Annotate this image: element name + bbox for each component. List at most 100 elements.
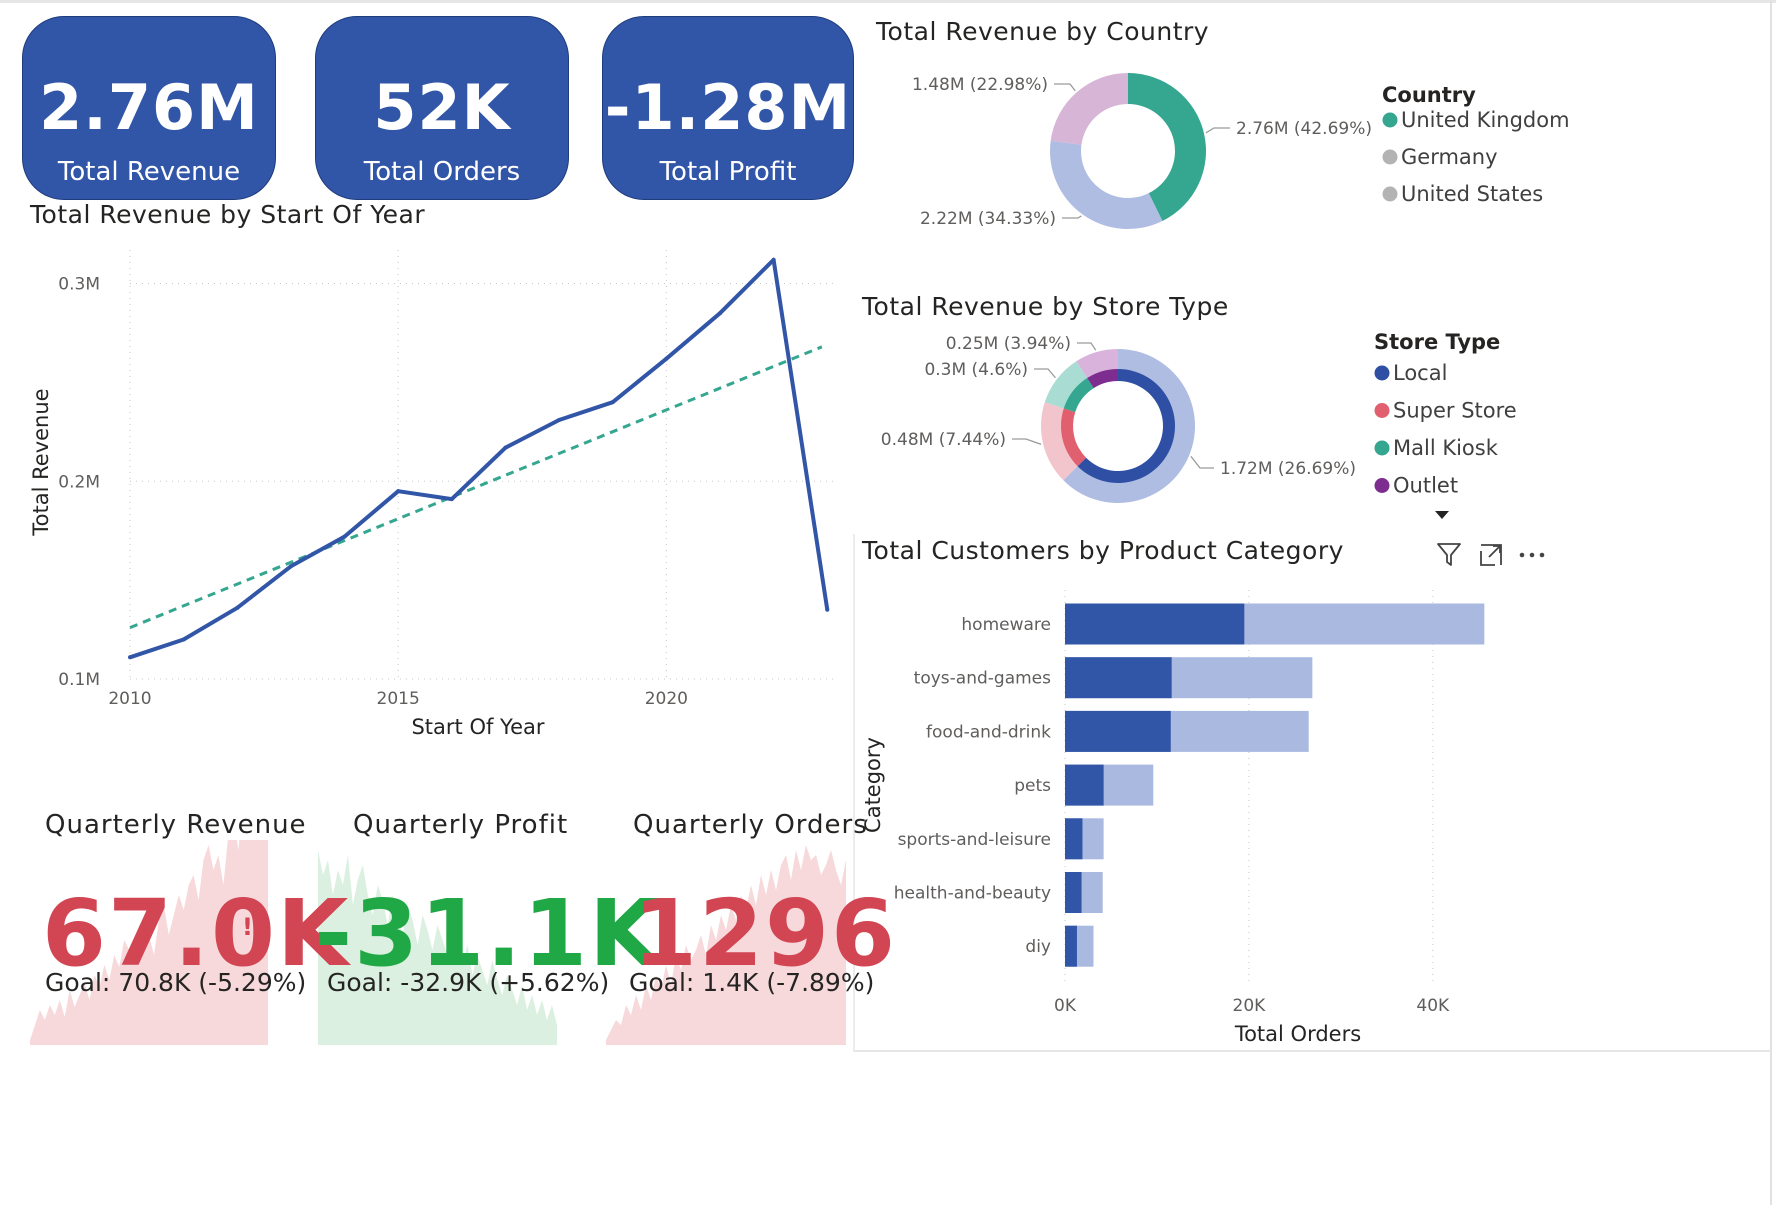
check-icon: ✓ xyxy=(548,913,567,938)
line-y-axis-label: Total Revenue xyxy=(29,388,53,536)
slice-label: 1.72M (26.69%) xyxy=(1220,459,1356,479)
line-chart-points xyxy=(128,257,830,660)
country-slice xyxy=(1050,140,1163,230)
quarterly-revenue-title: Quarterly Revenue xyxy=(45,810,307,840)
store-legend-title: Store Type xyxy=(1374,330,1500,354)
x-tick-label: 20K xyxy=(1233,996,1267,1016)
line-point xyxy=(342,534,347,539)
bar-chart-x-ticks: 0K 20K 40K xyxy=(1054,996,1450,1016)
store-inner-ring xyxy=(1061,369,1175,483)
line-x-axis-label: Start Of Year xyxy=(411,715,544,739)
legend-scroll-down-icon[interactable] xyxy=(1435,511,1449,519)
line-point xyxy=(771,257,776,262)
kpi-label: Total Profit xyxy=(659,157,797,187)
country-legend: United Kingdom Germany United States xyxy=(1382,108,1570,206)
legend-label: Super Store xyxy=(1393,399,1517,423)
country-donut-slices xyxy=(1050,73,1206,230)
line-point xyxy=(181,637,186,642)
store-type-donut-chart[interactable]: 1.72M (26.69%) 0.48M (7.44%) 0.3M (4.6%) 0.… xyxy=(860,325,1770,525)
legend-marker xyxy=(1374,478,1390,493)
category-label: health-and-beauty xyxy=(894,884,1051,904)
revenue-line-chart[interactable]: 0.1M0.2M0.3M 2010 2015 2020 Start Of Year … xyxy=(0,240,860,760)
slice-label: 0.3M (4.6%) xyxy=(924,360,1028,380)
slice-label: 1.48M (22.98%) xyxy=(912,75,1048,95)
line-point xyxy=(610,400,615,405)
x-tick-label: 40K xyxy=(1416,996,1450,1016)
y-tick-label: 0.3M xyxy=(58,275,100,295)
line-chart-y-ticks: 0.1M 0.2M 0.3M xyxy=(58,275,100,690)
kpi-card-orders[interactable]: 52K Total Orders xyxy=(315,16,569,200)
leader-line xyxy=(1077,342,1097,351)
leader-line xyxy=(1012,438,1042,445)
kpi-label: Total Orders xyxy=(363,157,521,187)
store-chart-title: Total Revenue by Store Type xyxy=(862,292,1229,321)
legend-marker xyxy=(1374,440,1390,456)
bar-x-axis-label: Total Orders xyxy=(1234,1022,1361,1046)
legend-marker xyxy=(1382,149,1398,165)
more-options-icon[interactable] xyxy=(1518,548,1548,562)
leader-line xyxy=(1205,127,1230,134)
legend-marker xyxy=(1374,403,1390,418)
focus-mode-icon[interactable] xyxy=(1478,542,1504,568)
bar-chart-bottom-border xyxy=(853,1050,1771,1052)
line-point xyxy=(288,564,293,569)
bar-segment xyxy=(1065,818,1083,860)
line-point xyxy=(503,445,508,450)
slice-label: 2.22M (34.33%) xyxy=(920,209,1056,229)
line-chart-title: Total Revenue by Start Of Year xyxy=(30,200,426,229)
line-point xyxy=(557,417,562,422)
slice-label: 0.48M (7.44%) xyxy=(881,430,1006,450)
x-tick-label: 2015 xyxy=(377,689,420,709)
line-point xyxy=(128,655,132,660)
kpi-card-revenue[interactable]: 2.76M Total Revenue xyxy=(22,16,276,200)
kpi-card-profit[interactable]: -1.28M Total Profit xyxy=(602,16,854,200)
category-bar-chart[interactable]: homeware toys-and-games food-and-drink pets… xyxy=(855,580,1555,1060)
legend-marker xyxy=(1374,365,1390,381)
category-label: diy xyxy=(1025,937,1051,957)
legend-label: Local xyxy=(1393,361,1447,385)
warning-icon: ! xyxy=(809,913,820,941)
bar-chart-title: Total Customers by Product Category xyxy=(862,536,1344,565)
category-label: sports-and-leisure xyxy=(898,830,1051,850)
bar-segment xyxy=(1065,925,1077,967)
category-label: homeware xyxy=(961,615,1051,635)
category-label: pets xyxy=(1014,776,1051,796)
legend-marker xyxy=(1382,186,1398,202)
x-tick-label: 0K xyxy=(1054,996,1077,1016)
store-legend: Local Super Store Mall Kiosk Outlet xyxy=(1374,361,1517,498)
quarterly-profit-goal: Goal: -32.9K (+5.62%) xyxy=(327,968,610,997)
quarterly-orders-title: Quarterly Orders xyxy=(633,810,868,840)
bar-chart-category-labels: homeware toys-and-games food-and-drink pets… xyxy=(894,615,1051,957)
legend-label: Mall Kiosk xyxy=(1393,436,1499,460)
line-point xyxy=(396,489,401,494)
quarterly-profit-title: Quarterly Profit xyxy=(353,810,569,840)
country-donut-chart[interactable]: 2.76M (42.69%) 2.22M (34.33%) 1.48M (22.98… xyxy=(860,50,1770,260)
quarterly-revenue-goal: Goal: 70.8K (-5.29%) xyxy=(45,968,307,997)
line-point xyxy=(664,356,669,361)
kpi-value: 52K xyxy=(373,71,511,144)
line-point xyxy=(718,311,722,316)
country-legend-title: Country xyxy=(1382,83,1476,107)
line-chart-gridlines xyxy=(129,250,838,680)
country-chart-title: Total Revenue by Country xyxy=(876,17,1210,46)
right-border xyxy=(1770,0,1772,1205)
kpi-label: Total Revenue xyxy=(57,157,241,187)
leader-line xyxy=(1190,455,1214,469)
line-point xyxy=(449,497,454,502)
trend-line xyxy=(129,345,823,629)
category-label: food-and-drink xyxy=(926,722,1051,742)
revenue-series-line xyxy=(129,257,830,660)
x-tick-label: 2010 xyxy=(108,689,151,709)
bar-segment xyxy=(1065,710,1171,752)
kpi-value: -1.28M xyxy=(604,71,852,144)
leader-line xyxy=(1054,83,1076,92)
y-tick-label: 0.2M xyxy=(58,472,100,492)
legend-label: United Kingdom xyxy=(1401,108,1570,132)
line-chart-x-ticks: 2010 2015 2020 xyxy=(108,689,688,709)
top-border xyxy=(0,0,1776,3)
filter-icon[interactable] xyxy=(1435,540,1463,568)
quarterly-orders-goal: Goal: 1.4K (-7.89%) xyxy=(629,968,875,997)
bar-chart-bars xyxy=(1065,603,1485,967)
legend-label: Outlet xyxy=(1393,474,1458,498)
legend-label: United States xyxy=(1401,182,1543,206)
